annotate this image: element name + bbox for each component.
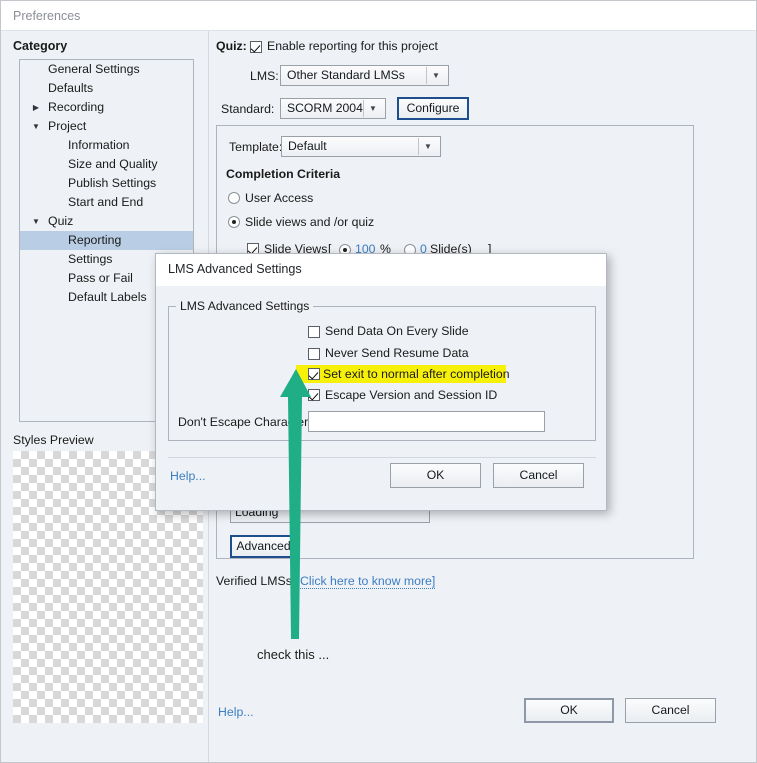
slide-views-quiz-radio[interactable]	[228, 216, 240, 228]
quiz-label: Quiz:	[216, 39, 247, 53]
sidebar-item-label: Pass or Fail	[68, 271, 133, 285]
lms-dropdown[interactable]: Other Standard LMSs ▼	[280, 65, 449, 86]
never-send-resume-data-label: Never Send Resume Data	[325, 346, 469, 360]
tree-twisty-icon	[30, 79, 42, 98]
dialog-cancel-button[interactable]: Cancel	[493, 463, 584, 488]
dialog-titlebar: LMS Advanced Settings	[156, 254, 606, 286]
dialog-title: LMS Advanced Settings	[168, 262, 302, 276]
user-access-radio[interactable]	[228, 192, 240, 204]
sidebar-item-label: Publish Settings	[68, 176, 157, 190]
combo-divider	[363, 100, 364, 117]
completion-criteria-title: Completion Criteria	[226, 167, 341, 181]
sidebar-item-label: Reporting	[68, 233, 122, 247]
sidebar-item-quiz[interactable]: ▼ Quiz	[20, 212, 193, 231]
sidebar-item-defaults[interactable]: Defaults	[20, 79, 193, 98]
sidebar-item-label: Default Labels	[68, 290, 147, 304]
user-access-label: User Access	[245, 191, 314, 205]
sidebar-item-label: Settings	[68, 252, 113, 266]
main-cancel-button[interactable]: Cancel	[625, 698, 716, 723]
annotation-text: check this ...	[257, 647, 330, 662]
combo-divider	[418, 138, 419, 155]
dont-escape-characters-input[interactable]	[308, 411, 545, 432]
annotation-arrow	[263, 369, 333, 647]
dialog-ok-button[interactable]: OK	[390, 463, 481, 488]
configure-button[interactable]: Configure	[397, 97, 469, 120]
sidebar-item-label: Defaults	[48, 81, 94, 95]
sidebar-item-label: General Settings	[48, 62, 140, 76]
sidebar-item-label: Recording	[48, 100, 105, 114]
enable-reporting-checkbox[interactable]	[250, 41, 262, 53]
sidebar-item-project[interactable]: ▼ Project	[20, 117, 193, 136]
sidebar-item-label: Information	[68, 138, 130, 152]
sidebar-item-label: Quiz	[48, 214, 74, 228]
dialog-separator	[168, 457, 596, 458]
sidebar-item-label: Start and End	[68, 195, 144, 209]
lms-label: LMS:	[250, 69, 279, 83]
combo-divider	[426, 67, 427, 84]
preferences-window: Preferences Category General Settings De…	[0, 0, 757, 763]
never-send-resume-data-checkbox[interactable]	[308, 348, 320, 360]
main-help-link[interactable]: Help...	[218, 705, 254, 719]
sidebar-item-label: Size and Quality	[68, 157, 158, 171]
standard-dropdown-value: SCORM 2004	[287, 101, 363, 115]
send-data-every-slide-checkbox[interactable]	[308, 326, 320, 338]
lms-dropdown-value: Other Standard LMSs	[287, 68, 405, 82]
sidebar-item-start-and-end[interactable]: Start and End	[20, 193, 193, 212]
template-label: Template:	[229, 140, 283, 154]
send-data-every-slide-label: Send Data On Every Slide	[325, 324, 469, 338]
window-title: Preferences	[13, 9, 81, 23]
set-exit-normal-label: Set exit to normal after completion	[323, 367, 510, 381]
chevron-down-icon: ▼	[424, 142, 432, 151]
tree-twisty-icon	[30, 60, 42, 79]
slide-views-quiz-label: Slide views and /or quiz	[245, 215, 375, 229]
standard-label: Standard:	[221, 102, 275, 116]
window-titlebar: Preferences	[1, 1, 756, 31]
lms-advanced-group-legend: LMS Advanced Settings	[176, 299, 314, 313]
template-dropdown[interactable]: Default ▼	[281, 136, 441, 157]
styles-preview-label: Styles Preview	[13, 433, 94, 447]
sidebar-item-reporting[interactable]: Reporting	[20, 231, 193, 250]
enable-reporting-label: Enable reporting for this project	[267, 39, 438, 53]
sidebar-item-size-and-quality[interactable]: Size and Quality	[20, 155, 193, 174]
sidebar-item-general-settings[interactable]: General Settings	[20, 60, 193, 79]
sidebar-item-recording[interactable]: ▶ Recording	[20, 98, 193, 117]
standard-dropdown[interactable]: SCORM 2004 ▼	[280, 98, 386, 119]
main-ok-button[interactable]: OK	[524, 698, 614, 723]
chevron-down-icon: ▼	[369, 104, 377, 113]
sidebar-item-label: Project	[48, 119, 87, 133]
chevron-down-icon[interactable]: ▼	[30, 212, 42, 231]
sidebar-item-information[interactable]: Information	[20, 136, 193, 155]
template-dropdown-value: Default	[288, 139, 327, 153]
dialog-help-link[interactable]: Help...	[170, 469, 206, 483]
chevron-right-icon[interactable]: ▶	[30, 98, 42, 117]
chevron-down-icon[interactable]: ▼	[30, 117, 42, 136]
sidebar-item-publish-settings[interactable]: Publish Settings	[20, 174, 193, 193]
escape-version-session-id-label: Escape Version and Session ID	[325, 388, 498, 402]
chevron-down-icon: ▼	[432, 71, 440, 80]
category-header: Category	[13, 39, 68, 53]
lms-advanced-settings-dialog: LMS Advanced Settings LMS Advanced Setti…	[155, 253, 607, 511]
